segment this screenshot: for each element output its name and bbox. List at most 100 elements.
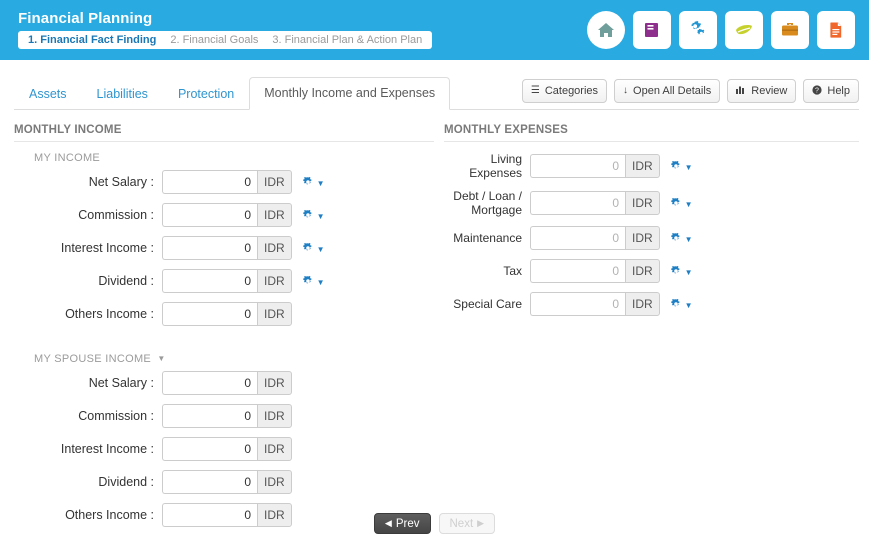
gears-icon <box>687 19 709 41</box>
label-interest-income: Interest Income : <box>60 241 154 255</box>
income-row-dividend: Dividend : IDR ▼ <box>14 269 434 293</box>
group-title-my-spouse-income[interactable]: MY SPOUSE INCOME ▼ <box>34 353 434 365</box>
input-net-salary[interactable] <box>162 170 257 194</box>
input-tax[interactable] <box>530 259 625 283</box>
currency-special-care: IDR <box>625 292 660 316</box>
tab-assets[interactable]: Assets <box>14 79 82 110</box>
settings-button[interactable] <box>679 11 717 49</box>
briefcase-button[interactable] <box>771 11 809 49</box>
app-title: Financial Planning <box>18 10 153 27</box>
tab-monthly-income-and-expenses[interactable]: Monthly Income and Expenses <box>249 77 451 110</box>
my-spouse-income-label: MY SPOUSE INCOME <box>34 353 152 365</box>
tab-protection[interactable]: Protection <box>163 79 249 110</box>
tab-liabilities[interactable]: Liabilities <box>82 79 163 110</box>
currency-debt-loan-mortgage: IDR <box>625 191 660 215</box>
input-maintenance[interactable] <box>530 226 625 250</box>
input-spouse-commission[interactable] <box>162 404 257 428</box>
arrow-down-icon: ↓ <box>623 85 629 96</box>
label-spouse-commission: Commission : <box>78 409 154 423</box>
label-special-care: Special Care <box>453 297 522 311</box>
currency-net-salary: IDR <box>257 170 292 194</box>
gear-menu-net-salary[interactable]: ▼ <box>302 176 325 188</box>
help-button[interactable]: ? Help <box>803 79 859 103</box>
currency-commission: IDR <box>257 203 292 227</box>
caret-down-icon: ▼ <box>684 162 693 172</box>
expense-row-living-expenses: Living Expenses IDR ▼ <box>444 152 859 180</box>
caret-down-icon: ▼ <box>684 300 693 310</box>
prev-button[interactable]: ◀ Prev <box>373 513 431 534</box>
leaf-icon <box>733 19 755 41</box>
currency-spouse-dividend: IDR <box>257 470 292 494</box>
label-dividend: Dividend : <box>98 274 154 288</box>
open-all-details-button[interactable]: ↓ Open All Details <box>614 79 721 103</box>
input-debt-loan-mortgage[interactable] <box>530 191 625 215</box>
currency-others-income: IDR <box>257 302 292 326</box>
chart-bar-icon <box>736 85 746 97</box>
input-group-debt-loan-mortgage: IDR <box>530 191 660 215</box>
currency-tax: IDR <box>625 259 660 283</box>
caret-down-icon: ▼ <box>684 234 693 244</box>
input-group-spouse-commission: IDR <box>162 404 292 428</box>
spouse-income-row-dividend: Dividend : IDR <box>14 470 434 494</box>
monthly-income-panel: MONTHLY INCOME MY INCOME Net Salary : ID… <box>14 124 444 536</box>
list-icon: ☰ <box>530 85 540 96</box>
group-title-my-income: MY INCOME <box>34 152 434 164</box>
header-left: Financial Planning 1. Financial Fact Fin… <box>18 10 433 49</box>
svg-text:?: ? <box>815 87 819 94</box>
caret-down-icon: ▼ <box>316 211 325 221</box>
gear-menu-commission[interactable]: ▼ <box>302 209 325 221</box>
gear-menu-special-care[interactable]: ▼ <box>670 298 693 310</box>
expense-row-special-care: Special Care IDR ▼ <box>444 292 859 316</box>
label-spouse-net-salary: Net Salary : <box>88 376 154 390</box>
currency-interest-income: IDR <box>257 236 292 260</box>
input-spouse-interest-income[interactable] <box>162 437 257 461</box>
help-label: Help <box>827 85 850 97</box>
currency-dividend: IDR <box>257 269 292 293</box>
book-button[interactable] <box>633 11 671 49</box>
step-item-2[interactable]: 2. Financial Goals <box>163 31 265 49</box>
income-row-interest-income: Interest Income : IDR ▼ <box>14 236 434 260</box>
input-special-care[interactable] <box>530 292 625 316</box>
currency-spouse-net-salary: IDR <box>257 371 292 395</box>
gear-menu-living-expenses[interactable]: ▼ <box>670 160 693 172</box>
input-group-net-salary: IDR <box>162 170 292 194</box>
input-commission[interactable] <box>162 203 257 227</box>
gear-menu-debt-loan-mortgage[interactable]: ▼ <box>670 197 693 209</box>
input-others-income[interactable] <box>162 302 257 326</box>
input-spouse-dividend[interactable] <box>162 470 257 494</box>
gear-menu-maintenance[interactable]: ▼ <box>670 232 693 244</box>
book-icon <box>642 20 662 40</box>
home-button[interactable] <box>587 11 625 49</box>
input-group-living-expenses: IDR <box>530 154 660 178</box>
categories-button[interactable]: ☰ Categories <box>521 79 608 103</box>
spouse-income-row-commission: Commission : IDR <box>14 404 434 428</box>
input-group-spouse-net-salary: IDR <box>162 371 292 395</box>
wizard-footer: ◀ Prev Next ▶ <box>0 513 869 534</box>
label-net-salary: Net Salary : <box>88 175 154 189</box>
document-button[interactable] <box>817 11 855 49</box>
income-row-net-salary: Net Salary : IDR ▼ <box>14 170 434 194</box>
prev-label: Prev <box>395 517 420 530</box>
caret-down-icon: ▼ <box>684 267 693 277</box>
input-spouse-net-salary[interactable] <box>162 371 257 395</box>
gear-menu-interest-income[interactable]: ▼ <box>302 242 325 254</box>
document-icon <box>826 20 846 40</box>
home-icon <box>596 20 616 40</box>
label-maintenance: Maintenance <box>453 231 522 245</box>
gear-menu-dividend[interactable]: ▼ <box>302 275 325 287</box>
input-interest-income[interactable] <box>162 236 257 260</box>
leaf-button[interactable] <box>725 11 763 49</box>
currency-spouse-interest-income: IDR <box>257 437 292 461</box>
input-living-expenses[interactable] <box>530 154 625 178</box>
caret-down-icon: ▼ <box>157 354 166 363</box>
toolbar: ☰ Categories ↓ Open All Details Review ?… <box>521 79 859 103</box>
gear-menu-tax[interactable]: ▼ <box>670 265 693 277</box>
input-dividend[interactable] <box>162 269 257 293</box>
chevron-left-icon: ◀ <box>384 518 392 528</box>
step-item-3[interactable]: 3. Financial Plan & Action Plan <box>265 31 429 49</box>
input-group-spouse-interest-income: IDR <box>162 437 292 461</box>
step-item-1[interactable]: 1. Financial Fact Finding <box>21 31 163 49</box>
income-row-commission: Commission : IDR ▼ <box>14 203 434 227</box>
app-header: Financial Planning 1. Financial Fact Fin… <box>0 0 869 60</box>
review-button[interactable]: Review <box>727 79 797 103</box>
